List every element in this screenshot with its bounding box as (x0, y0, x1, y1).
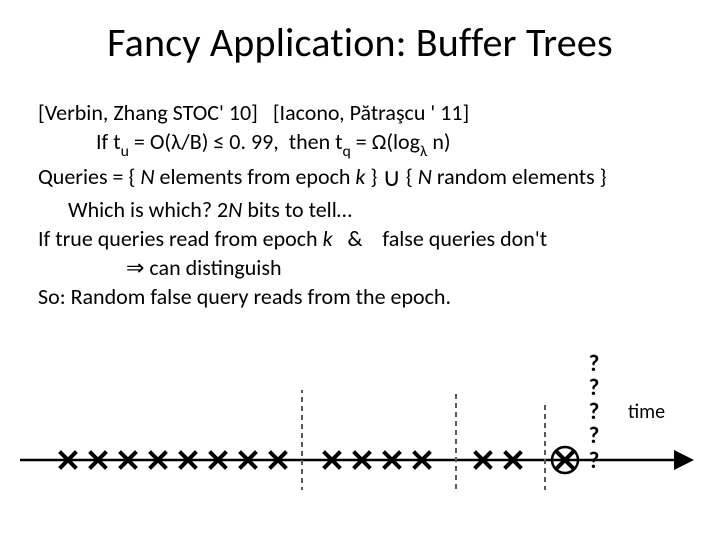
slide-title: Fancy Application: Buffer Trees (0, 18, 720, 67)
t: random elements } (432, 163, 607, 190)
ital-N: N (140, 163, 154, 190)
refs-line: [Verbin, Zhang STOC' 10] [Iacono, Pătraş… (38, 98, 682, 127)
imply-line: ⇒ can distinguish (38, 253, 682, 282)
epoch-diagram (20, 390, 700, 530)
union-symbol: ∪ (382, 162, 401, 193)
t: = Ω(log (351, 128, 420, 155)
t: If t (96, 128, 121, 155)
so-line: So: Random false query reads from the ep… (38, 282, 682, 311)
t: Which is which? 2 (68, 196, 228, 223)
t: If true queries read from epoch (38, 225, 323, 252)
t: { (401, 163, 418, 190)
t: Queries = { (38, 163, 140, 190)
ital-N: N (418, 163, 432, 190)
which-line: Which is which? 2N bits to tell… (38, 195, 682, 224)
ital-k: k (323, 225, 333, 252)
ital-k: k (355, 163, 365, 190)
t: n) (427, 128, 450, 155)
true-line: If true queries read from epoch k & fals… (38, 224, 682, 253)
sub-q: q (343, 142, 351, 161)
t: & false queries don't (333, 225, 547, 252)
t: } (365, 163, 382, 190)
t: = O(λ/B) ≤ 0. 99, then t (129, 128, 343, 155)
if-line: If tu = O(λ/B) ≤ 0. 99, then tq = Ω(logλ… (38, 127, 682, 161)
q-mark: ? (580, 352, 608, 376)
ital-N: N (228, 196, 242, 223)
sub-u: u (121, 142, 129, 161)
t: elements from epoch (155, 163, 356, 190)
queries-line: Queries = { N elements from epoch k } ∪ … (38, 161, 682, 194)
slide-body: [Verbin, Zhang STOC' 10] [Iacono, Pătraş… (38, 98, 682, 311)
sub-lambda: λ (420, 142, 427, 161)
t: bits to tell… (242, 196, 352, 223)
